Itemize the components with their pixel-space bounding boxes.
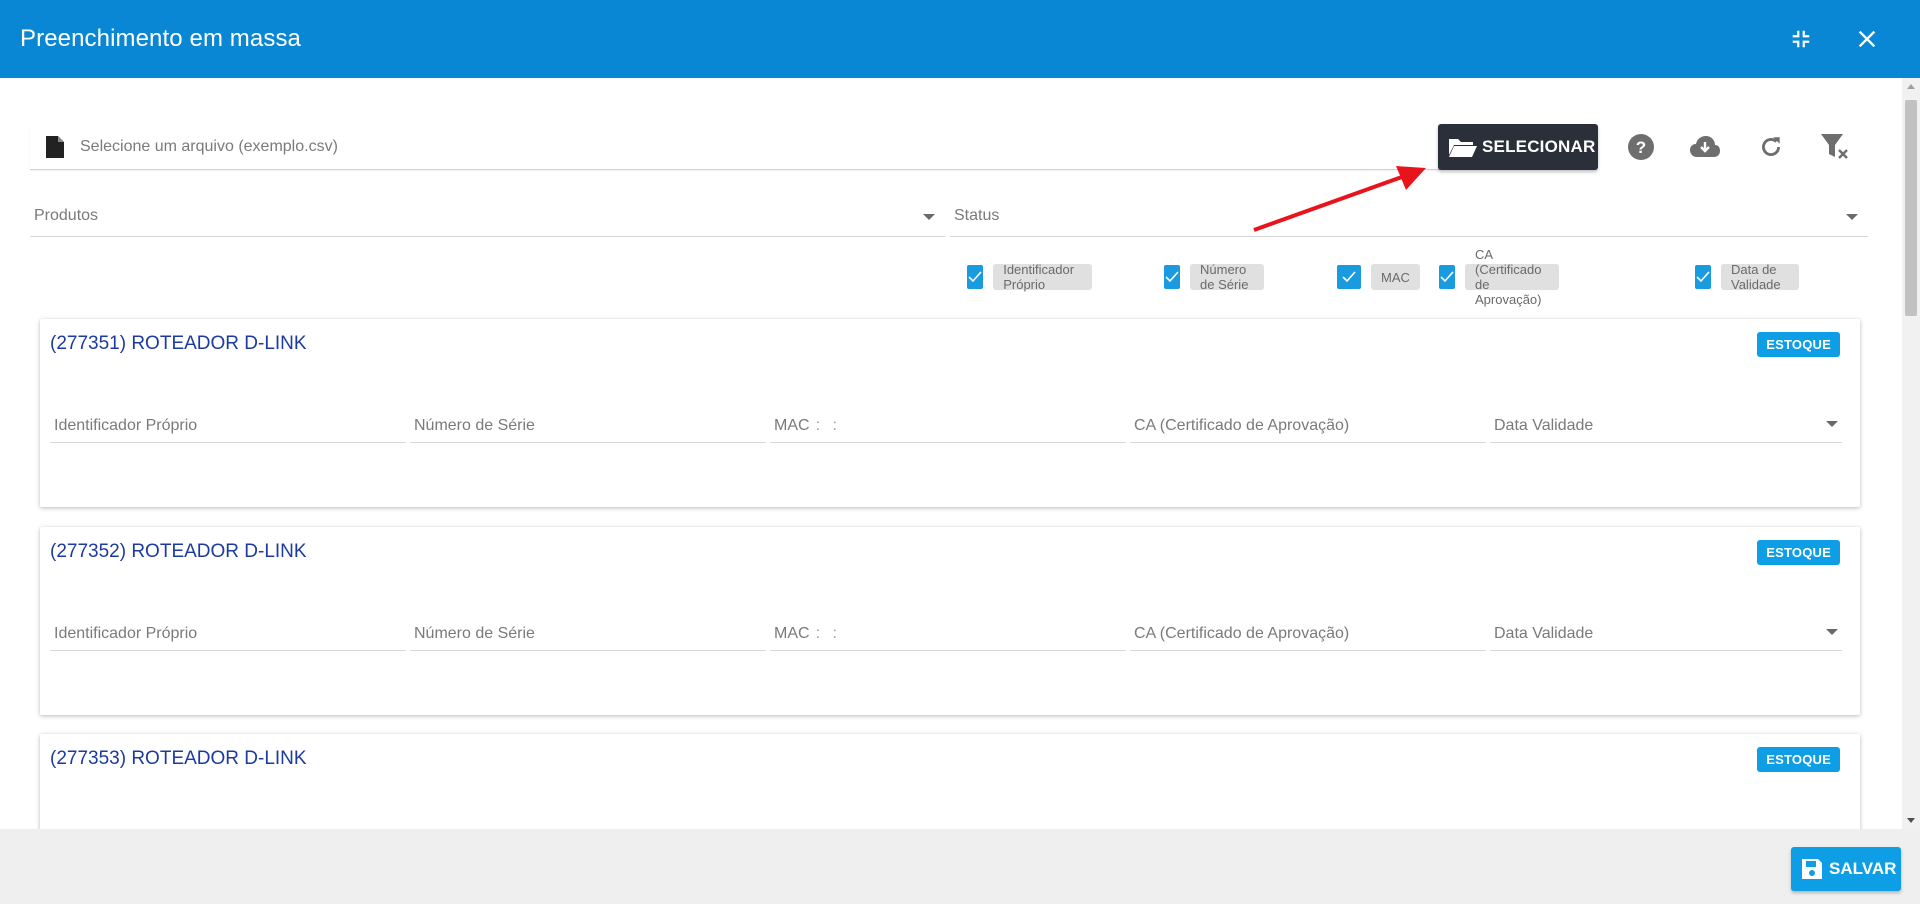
cloud-download-icon: [1690, 136, 1720, 157]
validade-select[interactable]: Data Validade: [1490, 409, 1842, 443]
clear-filters-button[interactable]: [1818, 130, 1852, 164]
folder-open-icon: [1449, 139, 1477, 157]
svg-text:?: ?: [1636, 138, 1646, 157]
close-button[interactable]: [1850, 22, 1884, 56]
serie-input[interactable]: Número de Série: [410, 617, 766, 651]
ca-input[interactable]: CA (Certificado de Aprovação): [1130, 409, 1486, 443]
mac-mask: : :: [815, 624, 841, 642]
status-label: Status: [954, 206, 1000, 224]
status-badge: ESTOQUE: [1757, 540, 1840, 565]
dialog-footer: SALVAR: [0, 829, 1920, 904]
scroll-up-icon[interactable]: [1907, 84, 1915, 89]
dialog-title-bar: Preenchimento em massa: [0, 0, 1920, 78]
status-badge: ESTOQUE: [1757, 747, 1840, 772]
chevron-down-icon: [1826, 629, 1838, 635]
product-title: (277353) ROTEADOR D-LINK: [50, 748, 307, 769]
dialog-content: Selecione um arquivo (exemplo.csv) SELEC…: [0, 78, 1902, 829]
serie-label: Número de Série: [414, 624, 535, 642]
column-toggle-serie[interactable]: Número de Série: [1164, 262, 1265, 292]
mac-input[interactable]: MAC : :: [770, 409, 1126, 443]
help-icon: ?: [1628, 134, 1654, 160]
identificador-input[interactable]: Identificador Próprio: [50, 409, 406, 443]
column-toggle-ca[interactable]: CA (Certificado de Aprovação): [1439, 247, 1560, 307]
check-icon: [1165, 271, 1179, 283]
serie-label: Número de Série: [414, 416, 535, 434]
column-chip: Identificador Próprio: [993, 262, 1092, 292]
compress-icon: [1792, 30, 1810, 48]
product-card: (277353) ROTEADOR D-LINK ESTOQUE: [40, 734, 1860, 829]
column-chip: CA (Certificado de Aprovação): [1465, 247, 1560, 307]
mac-input[interactable]: MAC : :: [770, 617, 1126, 651]
select-file-label: SELECIONAR: [1482, 137, 1596, 156]
identificador-input[interactable]: Identificador Próprio: [50, 617, 406, 651]
product-card: (277351) ROTEADOR D-LINK ESTOQUE Identif…: [40, 319, 1860, 507]
column-chip: MAC: [1371, 264, 1420, 290]
refresh-icon: [1762, 137, 1780, 156]
floppy-disk-icon: [1802, 859, 1822, 879]
mac-label: MAC: [774, 624, 810, 642]
close-icon: [1858, 30, 1876, 48]
ca-input[interactable]: CA (Certificado de Aprovação): [1130, 617, 1486, 651]
check-icon: [968, 271, 982, 283]
column-checkbox[interactable]: [1164, 265, 1180, 289]
check-icon: [1342, 271, 1356, 283]
validade-label: Data Validade: [1494, 624, 1594, 642]
dialog-title: Preenchimento em massa: [20, 25, 301, 52]
save-label: SALVAR: [1829, 859, 1897, 878]
file-input[interactable]: Selecione um arquivo (exemplo.csv): [30, 124, 1440, 170]
product-title: (277351) ROTEADOR D-LINK: [50, 333, 307, 354]
status-badge: ESTOQUE: [1757, 332, 1840, 357]
produtos-label: Produtos: [34, 206, 99, 224]
ca-label: CA (Certificado de Aprovação): [1134, 416, 1350, 434]
chevron-down-icon: [923, 214, 935, 220]
column-checkbox[interactable]: [1439, 265, 1455, 289]
column-chip: Data de Validade: [1721, 262, 1799, 292]
identificador-label: Identificador Próprio: [54, 416, 198, 434]
scroll-down-icon[interactable]: [1907, 818, 1915, 823]
validade-label: Data Validade: [1494, 416, 1594, 434]
column-chip: Número de Série: [1190, 262, 1265, 292]
chevron-down-icon: [1846, 214, 1858, 220]
product-title: (277352) ROTEADOR D-LINK: [50, 541, 307, 562]
refresh-button[interactable]: [1754, 130, 1788, 164]
file-input-placeholder: Selecione um arquivo (exemplo.csv): [80, 137, 338, 155]
ca-label: CA (Certificado de Aprovação): [1134, 624, 1350, 642]
column-checkbox[interactable]: [1695, 265, 1711, 289]
vertical-scrollbar[interactable]: [1902, 78, 1920, 829]
column-toggle-validade[interactable]: Data de Validade: [1695, 262, 1799, 292]
column-checkbox[interactable]: [1337, 265, 1361, 289]
download-button[interactable]: [1688, 130, 1722, 164]
validade-select[interactable]: Data Validade: [1490, 617, 1842, 651]
check-icon: [1696, 271, 1710, 283]
check-icon: [1440, 271, 1454, 283]
column-toggle-mac[interactable]: MAC: [1337, 264, 1420, 290]
exit-fullscreen-button[interactable]: [1784, 22, 1818, 56]
help-button[interactable]: ?: [1624, 130, 1658, 164]
file-icon: [46, 135, 64, 158]
mac-label: MAC: [774, 416, 810, 434]
produtos-select[interactable]: Produtos: [30, 195, 945, 237]
mac-mask: : :: [815, 416, 841, 434]
scrollbar-thumb[interactable]: [1905, 100, 1917, 316]
serie-input[interactable]: Número de Série: [410, 409, 766, 443]
filter-clear-icon: [1821, 134, 1848, 159]
identificador-label: Identificador Próprio: [54, 624, 198, 642]
select-file-button[interactable]: SELECIONAR: [1438, 124, 1598, 170]
product-card: (277352) ROTEADOR D-LINK ESTOQUE Identif…: [40, 527, 1860, 715]
save-button[interactable]: SALVAR: [1791, 847, 1901, 891]
column-checkbox[interactable]: [967, 265, 984, 289]
status-select[interactable]: Status: [950, 195, 1868, 237]
chevron-down-icon: [1826, 421, 1838, 427]
column-toggle-identificador[interactable]: Identificador Próprio: [967, 262, 1092, 292]
